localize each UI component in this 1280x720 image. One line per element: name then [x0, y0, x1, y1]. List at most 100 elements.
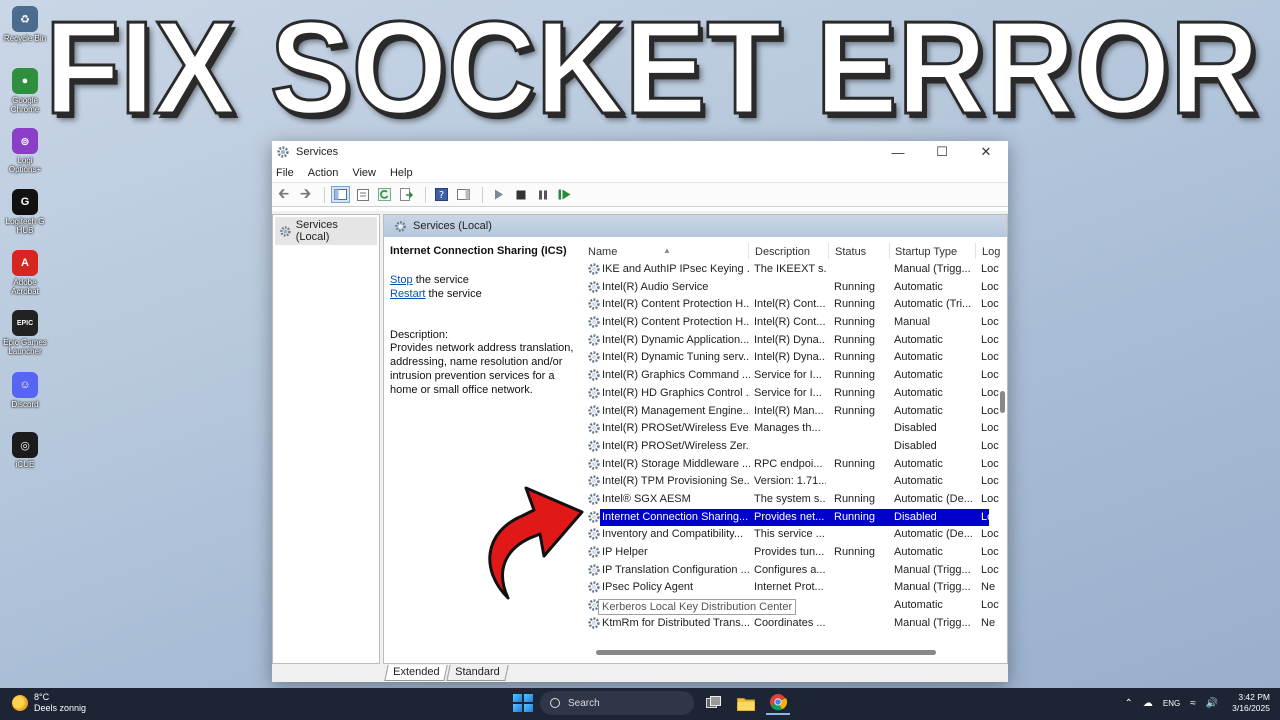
tree-item-services-local[interactable]: Services (Local): [275, 217, 377, 245]
cell-startup-type: Disabled: [894, 439, 937, 452]
cell-description: RPC endpoi...: [754, 457, 823, 470]
table-row[interactable]: IP Helper Provides tun... Running Automatic…: [584, 544, 999, 562]
table-row[interactable]: Intel(R) Content Protection H... Intel(R)…: [584, 314, 999, 332]
table-row[interactable]: Inventory and Compatibility... This servi…: [584, 526, 999, 544]
desktop-icon[interactable]: ● Google Chrome: [2, 68, 48, 114]
table-row[interactable]: Intel(R) Management Engine... Intel(R) Ma…: [584, 403, 999, 421]
show-hide-action-pane-icon[interactable]: [454, 186, 473, 203]
minimize-button[interactable]: —: [876, 141, 920, 163]
table-row[interactable]: vice ...AutomaticLocKerberos Local Key D…: [584, 597, 999, 616]
table-row-selected[interactable]: Internet Connection Sharing... Provides n…: [584, 508, 999, 527]
table-row[interactable]: Intel(R) TPM Provisioning Se... Version: …: [584, 473, 999, 491]
service-gear-icon: [587, 262, 601, 276]
properties-icon[interactable]: [353, 186, 372, 203]
search-label: Search: [568, 697, 600, 709]
chrome-taskbar-icon[interactable]: [766, 691, 790, 715]
cell-startup-type: Disabled: [894, 510, 937, 523]
cell-log-on-as: Loc: [981, 510, 999, 523]
stop-service-icon[interactable]: [511, 186, 530, 203]
menu-view[interactable]: View: [352, 167, 376, 179]
cell-log-on-as: Loc: [981, 475, 999, 488]
system-tray: ⌃ ☁ ENG ≈ 🔊 3:42 PM 3/16/2025: [1114, 692, 1270, 714]
table-row[interactable]: Intel(R) Graphics Command ... Service for…: [584, 367, 999, 385]
close-button[interactable]: ✕: [964, 141, 1008, 163]
pause-service-icon[interactable]: [533, 186, 552, 203]
export-list-icon[interactable]: [397, 186, 416, 203]
cell-log-on-as: Ne: [981, 616, 996, 629]
table-row[interactable]: Intel(R) PROSet/Wireless Eve... Manages t…: [584, 420, 999, 438]
service-gear-icon: [587, 404, 601, 418]
file-explorer-icon[interactable]: [734, 691, 758, 715]
back-arrow-icon[interactable]: 🡰: [274, 185, 293, 203]
cell-description: Configures a...: [754, 563, 826, 576]
start-service-icon[interactable]: [489, 186, 508, 203]
column-separator[interactable]: [748, 243, 749, 259]
console-tree-icon[interactable]: [331, 186, 350, 203]
cell-startup-type: Automatic: [894, 386, 943, 399]
task-view-icon[interactable]: [702, 691, 726, 715]
onedrive-cloud-icon[interactable]: ☁: [1143, 698, 1153, 709]
wifi-icon[interactable]: ≈: [1190, 698, 1196, 709]
table-row[interactable]: Intel(R) Audio Service Running Automatic Lo…: [584, 279, 999, 297]
table-row[interactable]: Intel(R) Storage Middleware ... RPC endpo…: [584, 456, 999, 474]
language-indicator[interactable]: ENG: [1163, 699, 1180, 708]
cell-startup-type: Automatic (Tri...: [894, 298, 972, 311]
table-row[interactable]: IKE and AuthIP IPsec Keying ... The IKEEX…: [584, 261, 999, 279]
chevron-up-icon[interactable]: ⌃: [1124, 698, 1132, 709]
column-header-status[interactable]: Status: [835, 246, 866, 258]
stop-service-link[interactable]: Stop: [390, 274, 413, 286]
desktop-icon[interactable]: ☺ Discord: [2, 372, 48, 409]
tab-standard[interactable]: Standard: [446, 665, 509, 681]
weather-widget[interactable]: 8°C Deels zonnig: [12, 692, 86, 714]
vertical-scrollbar[interactable]: [1000, 391, 1005, 413]
column-separator[interactable]: [828, 243, 829, 259]
maximize-button[interactable]: ☐: [920, 141, 964, 163]
menu-action[interactable]: Action: [308, 167, 339, 179]
table-row[interactable]: Intel(R) Dynamic Application... Intel(R) …: [584, 332, 999, 350]
restart-service-icon[interactable]: [555, 186, 574, 203]
column-header-startup-type[interactable]: Startup Type: [895, 246, 957, 258]
column-header-log-on-as[interactable]: Log: [982, 246, 1000, 258]
table-row[interactable]: Intel® SGX AESM The system s... Running Aut…: [584, 491, 999, 509]
menu-file[interactable]: File: [276, 167, 294, 179]
name-tooltip: Kerberos Local Key Distribution Center: [598, 599, 797, 616]
cell-description: Service for I...: [754, 386, 822, 399]
table-row[interactable]: Intel(R) Content Protection H... Intel(R)…: [584, 296, 999, 314]
tab-extended[interactable]: Extended: [384, 665, 449, 681]
desktop-icon[interactable]: ♻ Recycle Bin: [2, 6, 48, 43]
column-separator[interactable]: [975, 243, 976, 259]
table-row[interactable]: Intel(R) Dynamic Tuning serv... Intel(R) …: [584, 349, 999, 367]
desktop-icon[interactable]: G Logitech G HUB: [2, 189, 48, 235]
table-row[interactable]: Intel(R) HD Graphics Control ... Service …: [584, 385, 999, 403]
column-separator[interactable]: [889, 243, 890, 259]
cell-name: Intel® SGX AESM: [602, 492, 691, 505]
desktop-icon[interactable]: A Adobe Acrobat: [2, 250, 48, 296]
forward-arrow-icon[interactable]: 🡲: [296, 185, 315, 203]
windows-start-icon[interactable]: [510, 691, 534, 715]
column-header-description[interactable]: Description: [755, 246, 810, 258]
restart-service-link[interactable]: Restart: [390, 288, 425, 300]
refresh-icon[interactable]: [375, 186, 394, 203]
table-row[interactable]: IPsec Policy Agent Internet Prot... Manual…: [584, 579, 995, 597]
table-row[interactable]: Intel(R) PROSet/Wireless Zer... Disabled L…: [584, 438, 999, 456]
clock[interactable]: 3:42 PM 3/16/2025: [1232, 692, 1270, 714]
cell-description: Intel(R) Man...: [754, 404, 824, 417]
cell-startup-type: Automatic: [894, 351, 943, 364]
horizontal-scrollbar[interactable]: [596, 650, 936, 655]
cell-log-on-as: Loc: [981, 298, 999, 311]
desktop-icon[interactable]: EPIC Epic Games Launcher: [2, 310, 48, 356]
cell-status: Running: [834, 280, 875, 293]
title-bar[interactable]: Services — ☐ ✕: [272, 141, 1008, 163]
service-gear-icon: [587, 616, 601, 630]
desktop-icon[interactable]: ⊚ Logi Options+: [2, 128, 48, 174]
menu-help[interactable]: Help: [390, 167, 413, 179]
table-row[interactable]: KtmRm for Distributed Trans... Coordinate…: [584, 615, 995, 633]
table-row[interactable]: IP Translation Configuration ... Configur…: [584, 562, 999, 580]
headline: FIX SOCKET ERROR: [43, 0, 1260, 143]
volume-icon[interactable]: 🔊: [1206, 698, 1218, 709]
column-header-name[interactable]: Name: [588, 246, 617, 258]
taskbar-search[interactable]: Search: [540, 691, 694, 715]
help-icon[interactable]: ?: [432, 186, 451, 203]
desktop-icon[interactable]: ◎ iCUE: [2, 432, 48, 469]
search-icon: [550, 698, 560, 708]
